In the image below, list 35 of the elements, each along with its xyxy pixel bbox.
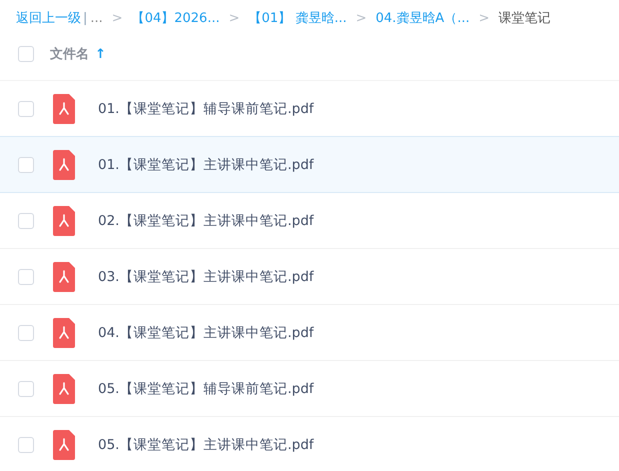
- file-name[interactable]: 05.【课堂笔记】主讲课中笔记.pdf: [98, 436, 314, 454]
- separator-text: >: [228, 10, 240, 26]
- file-row[interactable]: 01.【课堂笔记】主讲课中笔记.pdf: [0, 136, 619, 193]
- pdf-file-icon: [53, 150, 75, 180]
- row-checkbox[interactable]: [18, 380, 34, 396]
- row-checkbox[interactable]: [18, 436, 34, 452]
- pdf-file-icon: [53, 262, 75, 292]
- file-row[interactable]: 05.【课堂笔记】辅导课前笔记.pdf: [0, 361, 619, 417]
- ellipsis-text: ...: [90, 10, 103, 26]
- file-row[interactable]: 04.【课堂笔记】主讲课中笔记.pdf: [0, 305, 619, 361]
- file-row[interactable]: 05.【课堂笔记】主讲课中笔记.pdf: [0, 417, 619, 471]
- pdf-file-icon: [53, 206, 75, 236]
- file-name[interactable]: 02.【课堂笔记】主讲课中笔记.pdf: [98, 212, 314, 230]
- file-name[interactable]: 01.【课堂笔记】主讲课中笔记.pdf: [98, 156, 314, 174]
- row-checkbox[interactable]: [18, 100, 34, 116]
- row-checkbox[interactable]: [18, 324, 34, 340]
- pdf-file-icon: [53, 318, 75, 348]
- separator-text: >: [356, 10, 367, 26]
- row-checkbox[interactable]: [18, 268, 34, 284]
- pdf-file-icon: [53, 374, 75, 404]
- row-checkbox[interactable]: [18, 156, 34, 172]
- file-row[interactable]: 03.【课堂笔记】主讲课中笔记.pdf: [0, 249, 619, 305]
- separator-text: >: [478, 10, 490, 26]
- current-folder-text: 课堂笔记: [498, 10, 550, 27]
- pdf-file-icon: [53, 94, 75, 124]
- file-name[interactable]: 05.【课堂笔记】辅导课前笔记.pdf: [98, 380, 314, 398]
- divider-text: |: [83, 10, 88, 26]
- select-all-checkbox[interactable]: [18, 46, 34, 62]
- separator-text: >: [112, 10, 123, 26]
- file-name[interactable]: 03.【课堂笔记】主讲课中笔记.pdf: [98, 268, 314, 286]
- file-name[interactable]: 04.【课堂笔记】主讲课中笔记.pdf: [98, 324, 314, 342]
- row-checkbox[interactable]: [18, 212, 34, 228]
- file-row[interactable]: 02.【课堂笔记】主讲课中笔记.pdf: [0, 193, 619, 249]
- pdf-file-icon: [53, 430, 75, 460]
- file-name[interactable]: 01.【课堂笔记】辅导课前笔记.pdf: [98, 100, 314, 118]
